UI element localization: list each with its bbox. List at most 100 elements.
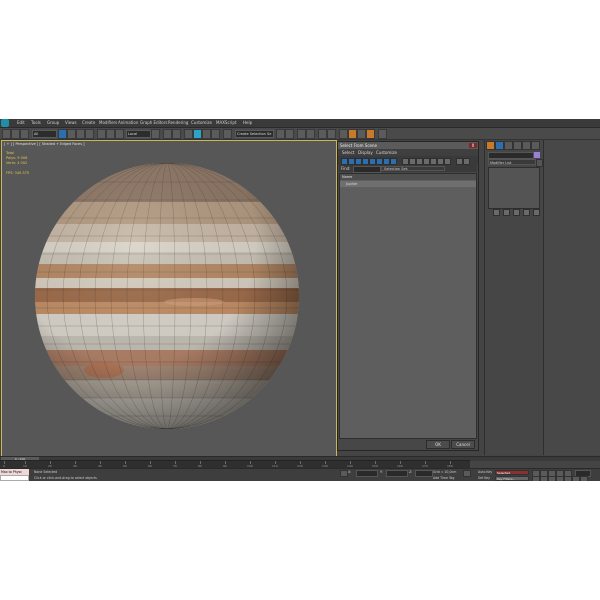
select-by-name-icon[interactable] xyxy=(67,129,76,139)
render-production-icon[interactable] xyxy=(366,129,375,139)
chevron-down-icon[interactable] xyxy=(536,159,543,167)
orbit-icon[interactable] xyxy=(572,476,580,481)
menu-graph-editors[interactable]: Graph Editors xyxy=(140,120,167,126)
align-icon[interactable] xyxy=(285,129,294,139)
add-time-tag[interactable]: Add Time Tag xyxy=(433,476,454,480)
percent-snap-icon[interactable] xyxy=(202,129,211,139)
modifier-stack[interactable] xyxy=(488,167,540,209)
material-editor-icon[interactable] xyxy=(339,129,348,139)
dialog-menu-customize[interactable]: Customize xyxy=(376,150,397,155)
find-input[interactable] xyxy=(353,166,381,173)
menu-animation[interactable]: Animation xyxy=(118,120,138,126)
undo-icon[interactable] xyxy=(2,129,11,139)
key-mode-select[interactable]: Selected xyxy=(495,470,529,475)
mirror-icon[interactable] xyxy=(276,129,285,139)
display-helpers-icon[interactable] xyxy=(369,158,376,165)
scale-icon[interactable] xyxy=(115,129,124,139)
display-children-icon[interactable] xyxy=(423,158,430,165)
select-invert-icon[interactable] xyxy=(416,158,423,165)
keyboard-shortcut-icon[interactable] xyxy=(172,129,181,139)
coord-z-field[interactable] xyxy=(415,470,433,477)
ok-button[interactable]: OK xyxy=(426,440,450,449)
menu-maxscript[interactable]: MAXScript xyxy=(216,120,237,126)
display-cameras-icon[interactable] xyxy=(362,158,369,165)
viewport-label[interactable]: [ + ] [ Perspective ] [ Shaded + Edged F… xyxy=(4,142,85,146)
menu-create[interactable]: Create xyxy=(82,120,95,126)
pivot-center-icon[interactable] xyxy=(151,129,160,139)
app-logo-icon[interactable] xyxy=(1,119,9,127)
rendered-frame-window-icon[interactable] xyxy=(357,129,366,139)
zoom-all-icon[interactable] xyxy=(540,476,548,481)
perspective-viewport[interactable]: [ + ] [ Perspective ] [ Shaded + Edged F… xyxy=(1,140,337,457)
window-crossing-icon[interactable] xyxy=(85,129,94,139)
time-tag-icon[interactable] xyxy=(463,470,471,477)
rotate-icon[interactable] xyxy=(106,129,115,139)
dialog-menu-display[interactable]: Display xyxy=(358,150,373,155)
toggle-ribbon-icon[interactable] xyxy=(306,129,315,139)
configure-modifier-sets-icon[interactable] xyxy=(533,209,540,216)
zoom-icon[interactable] xyxy=(532,476,540,481)
display-groups-icon[interactable] xyxy=(383,158,390,165)
menu-help[interactable]: Help xyxy=(243,120,252,126)
display-lights-icon[interactable] xyxy=(355,158,362,165)
create-tab-icon[interactable] xyxy=(486,141,495,150)
field-of-view-icon[interactable] xyxy=(556,476,564,481)
select-manipulate-icon[interactable] xyxy=(163,129,172,139)
list-item[interactable]: Jupiter xyxy=(340,181,476,187)
maxscript-input[interactable] xyxy=(0,475,29,481)
named-selection-sets-select[interactable]: Create Selection Se xyxy=(235,130,274,138)
select-all-icon[interactable] xyxy=(402,158,409,165)
display-geometry-icon[interactable] xyxy=(341,158,348,165)
spinner-snap-icon[interactable] xyxy=(211,129,220,139)
key-filters-button[interactable]: Key Filters... xyxy=(495,476,529,481)
menu-edit[interactable]: Edit xyxy=(17,120,25,126)
menu-customize[interactable]: Customize xyxy=(191,120,212,126)
display-shapes-icon[interactable] xyxy=(348,158,355,165)
reference-coordinate-select[interactable]: Local xyxy=(126,130,151,138)
selection-lock-icon[interactable] xyxy=(340,470,348,477)
sync-selection-icon[interactable] xyxy=(437,158,444,165)
rectangular-region-icon[interactable] xyxy=(76,129,85,139)
hierarchy-tab-icon[interactable] xyxy=(504,141,513,150)
lock-cell-editing-icon[interactable] xyxy=(444,158,451,165)
select-object-icon[interactable] xyxy=(58,129,67,139)
pin-stack-icon[interactable] xyxy=(493,209,500,216)
dialog-title[interactable]: Select From Scene xyxy=(338,142,478,149)
display-xrefs-icon[interactable] xyxy=(390,158,397,165)
modify-tab-icon[interactable] xyxy=(495,141,504,150)
cancel-button[interactable]: Cancel xyxy=(451,440,475,449)
filter-icon[interactable] xyxy=(456,158,463,165)
edit-named-selection-icon[interactable] xyxy=(223,129,232,139)
menu-views[interactable]: Views xyxy=(65,120,77,126)
filter-options-icon[interactable] xyxy=(463,158,470,165)
render-iterative-icon[interactable] xyxy=(378,129,387,139)
show-end-result-icon[interactable] xyxy=(503,209,510,216)
menu-modifiers[interactable]: Modifiers xyxy=(99,120,117,126)
layer-explorer-icon[interactable] xyxy=(297,129,306,139)
maximize-viewport-icon[interactable] xyxy=(580,476,588,481)
auto-key-label[interactable]: Auto Key xyxy=(478,470,492,474)
object-name-field[interactable] xyxy=(488,152,534,159)
move-icon[interactable] xyxy=(97,129,106,139)
motion-tab-icon[interactable] xyxy=(513,141,522,150)
select-none-icon[interactable] xyxy=(409,158,416,165)
dialog-close-button[interactable]: X xyxy=(469,143,477,148)
curve-editor-icon[interactable] xyxy=(318,129,327,139)
zoom-extents-icon[interactable] xyxy=(548,476,556,481)
name-column-header[interactable]: Name xyxy=(340,174,476,180)
menu-rendering[interactable]: Rendering xyxy=(168,120,188,126)
schematic-view-icon[interactable] xyxy=(327,129,336,139)
coord-x-field[interactable] xyxy=(356,470,378,477)
display-tab-icon[interactable] xyxy=(522,141,531,150)
modifier-list-select[interactable]: Modifier List xyxy=(488,159,536,165)
snaps-toggle-icon[interactable] xyxy=(184,129,193,139)
object-color-swatch[interactable] xyxy=(534,152,540,158)
set-key-label[interactable]: Set Key xyxy=(478,476,490,480)
remove-modifier-icon[interactable] xyxy=(523,209,530,216)
track-bar[interactable]: 0 10 20 30 40 50 60 70 80 90 100 110 120… xyxy=(0,460,470,468)
angle-snap-icon[interactable] xyxy=(193,129,202,139)
pan-view-icon[interactable] xyxy=(564,476,572,481)
coord-y-field[interactable] xyxy=(386,470,408,477)
dialog-menu-select[interactable]: Select xyxy=(342,150,354,155)
scene-object-list[interactable]: Name Jupiter xyxy=(339,173,477,439)
